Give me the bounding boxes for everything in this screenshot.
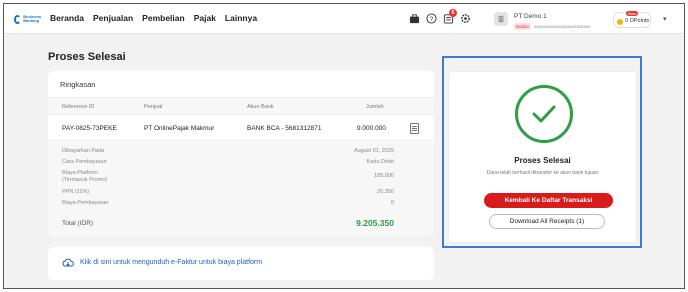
main-menu: Beranda Penjualan Pembelian Pajak Lainny… xyxy=(50,13,257,23)
bank-account: BANK BCA - 5681312871 xyxy=(247,125,322,132)
help-icon[interactable]: ? xyxy=(425,12,437,24)
points-new-badge: Baru xyxy=(626,11,639,16)
building-icon xyxy=(494,12,508,26)
company-name: PT Demo 1 xyxy=(514,13,547,20)
nav-item-pajak[interactable]: Pajak xyxy=(194,13,216,23)
total-label: Total (IDR) xyxy=(62,220,94,227)
page-title: Proses Selesai xyxy=(48,51,126,63)
column-header-amount: Jumlah xyxy=(366,104,384,110)
success-card: Proses Selesai Dana telah berhasil ditra… xyxy=(449,72,636,242)
amount: 9.000.000 xyxy=(357,125,386,132)
efaktur-download-card[interactable]: Klik di sini untuk mengunduh e-Faktur un… xyxy=(48,247,434,280)
detail-label-payment-method: Cara Pembayaran xyxy=(62,159,107,165)
detail-value-platform-fee: 185.000 xyxy=(374,173,394,179)
nav-item-lainnya[interactable]: Lainnya xyxy=(225,13,257,23)
success-title: Proses Selesai xyxy=(514,156,571,165)
download-all-receipts-button[interactable]: Download All Receipts (1) xyxy=(489,214,605,229)
success-check-icon xyxy=(515,85,573,143)
total-value: 9.205.350 xyxy=(356,218,394,228)
svg-text:?: ? xyxy=(429,15,433,22)
summary-card: Ringkasan Reference ID Penjual Akun Bank… xyxy=(48,71,434,236)
chevron-down-icon[interactable]: ▾ xyxy=(663,15,667,23)
top-navigation-bar: Business Banking Beranda Penjualan Pembe… xyxy=(4,4,684,34)
detail-label-payment-fee: Biaya Pembayaran xyxy=(62,200,109,206)
settings-icon[interactable] xyxy=(459,12,471,24)
detail-label-paid-on: Dibayarkan Pada xyxy=(62,148,105,154)
nav-item-pembelian[interactable]: Pembelian xyxy=(142,13,185,23)
nav-item-penjualan[interactable]: Penjualan xyxy=(93,13,133,23)
header-icons: ? 6 xyxy=(408,9,471,24)
column-header-seller: Penjual xyxy=(144,104,163,110)
points-value: 0 OPoints xyxy=(625,18,650,24)
reference-id: PAY-0825-73PEKE xyxy=(62,125,117,132)
back-to-transactions-button[interactable]: Kembali Ke Daftar Transaksi xyxy=(484,193,613,208)
logo-mark-icon xyxy=(14,14,22,24)
seller-name: PT OnlinePajak Makmur xyxy=(144,125,215,132)
notification-icon[interactable]: 6 xyxy=(442,9,457,24)
receipt-document-icon[interactable] xyxy=(410,123,419,134)
table-row: PAY-0825-73PEKE PT OnlinePajak Makmur BA… xyxy=(48,117,434,141)
app-window: Business Banking Beranda Penjualan Pembe… xyxy=(3,3,685,289)
briefcase-icon[interactable] xyxy=(408,12,420,24)
efaktur-download-link[interactable]: Klik di sini untuk mengunduh e-Faktur un… xyxy=(80,259,262,266)
role-badge: Badan xyxy=(514,23,532,30)
success-subtitle: Dana telah berhasil ditransfer ke akun b… xyxy=(486,170,599,176)
detail-value-payment-method: Kartu Debit xyxy=(366,159,394,165)
points-widget[interactable]: Baru 0 OPoints xyxy=(613,11,651,28)
logo-text: Business Banking xyxy=(23,14,42,23)
success-panel-highlight: Proses Selesai Dana telah berhasil ditra… xyxy=(442,56,642,248)
brand-logo[interactable]: Business Banking xyxy=(14,13,46,25)
company-role-row: Badan xxxxxxxxxxxxxxxxxxxxxxxxx xyxy=(514,23,590,30)
notification-count-badge: 6 xyxy=(449,9,457,17)
payment-details: Dibayarkan Pada August 01, 2025 Cara Pem… xyxy=(48,142,434,236)
coin-icon xyxy=(617,19,623,25)
detail-label-vat: PPN (11%) xyxy=(62,189,90,195)
detail-value-vat: 20.350 xyxy=(377,189,394,195)
detail-label-platform-fee: Biaya Platform (Termasuk Promo) xyxy=(62,170,108,183)
column-header-reference-id: Reference ID xyxy=(62,104,95,110)
company-email: xxxxxxxxxxxxxxxxxxxxxxxxx xyxy=(534,24,591,29)
detail-value-payment-fee: 0 xyxy=(390,200,394,206)
column-header-bank-account: Akun Bank xyxy=(247,104,274,110)
nav-item-beranda[interactable]: Beranda xyxy=(50,13,84,23)
detail-value-paid-on: August 01, 2025 xyxy=(353,148,394,154)
table-header: Reference ID Penjual Akun Bank Jumlah xyxy=(48,97,434,115)
cloud-download-icon xyxy=(62,258,74,267)
summary-title: Ringkasan xyxy=(60,80,96,89)
